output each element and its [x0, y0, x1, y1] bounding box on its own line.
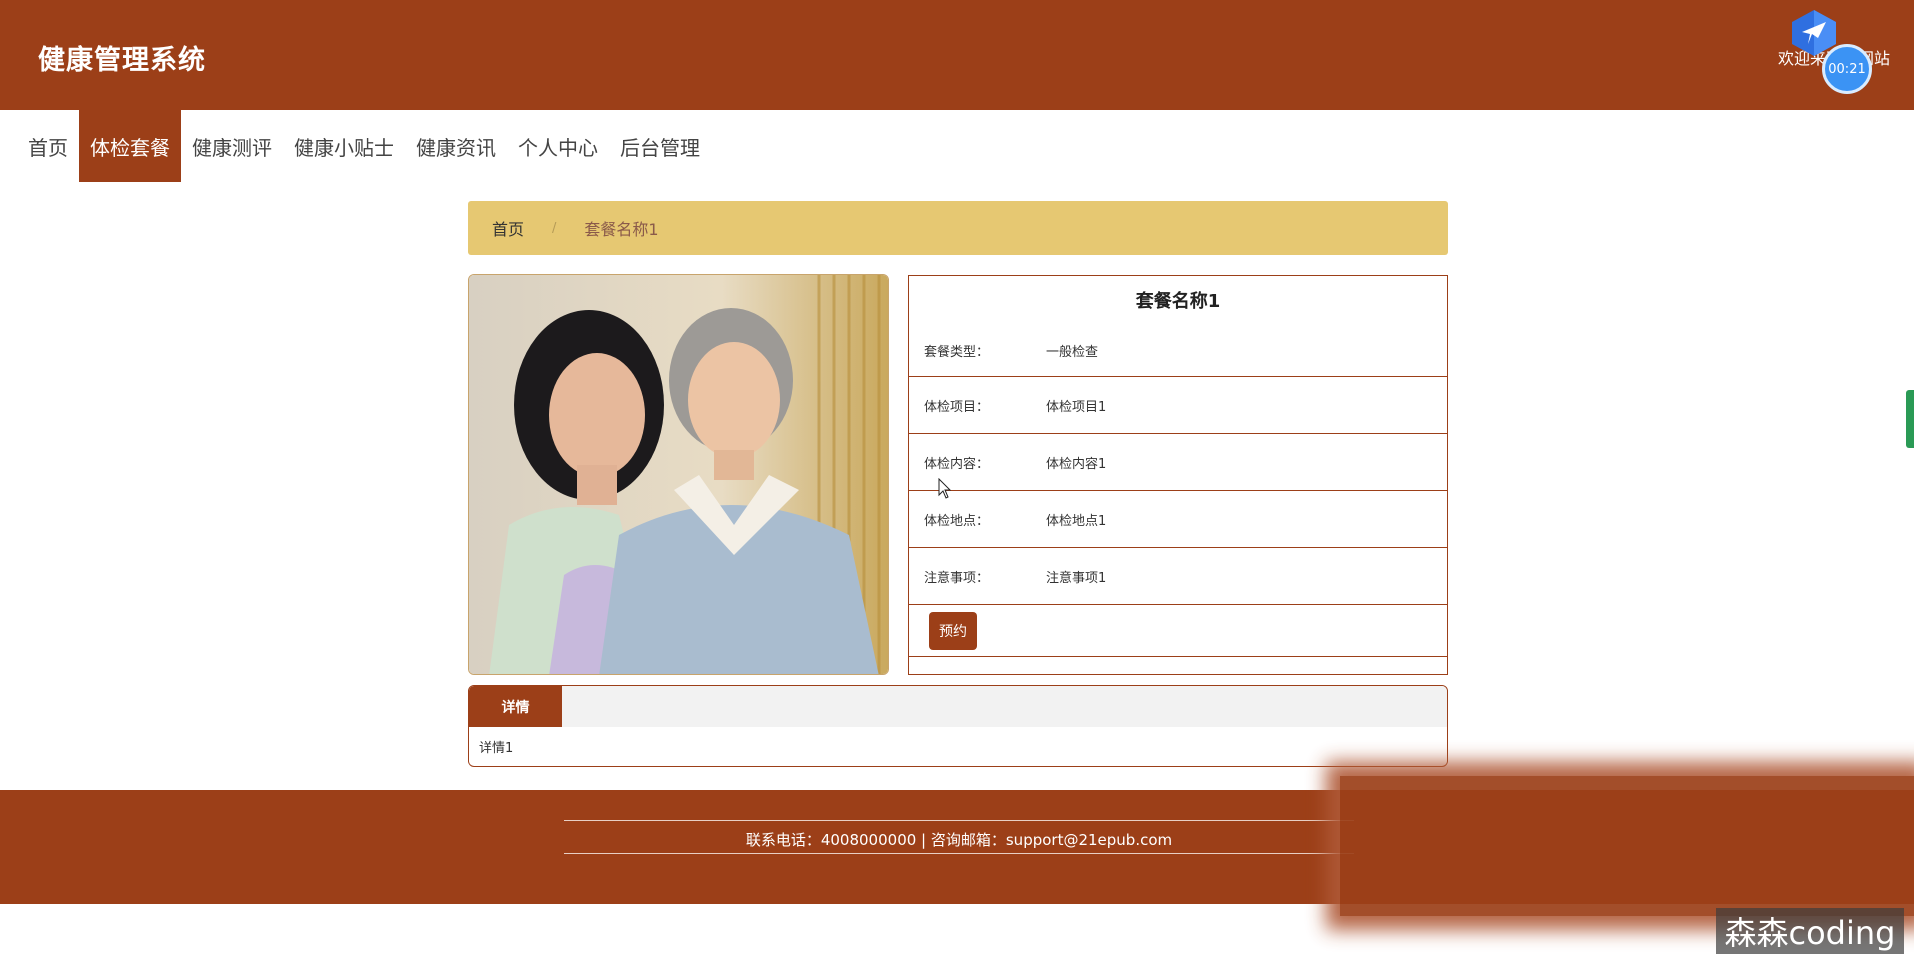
info-row-checkup-items: 体检项目： 体检项目1: [909, 377, 1447, 434]
detail-panel: 详情 详情1: [468, 685, 1448, 767]
side-float-tab[interactable]: [1906, 390, 1914, 448]
breadcrumb-separator: /: [552, 220, 557, 236]
header: 健康管理系统 欢迎来到本网站 00:21: [0, 0, 1914, 110]
breadcrumb-home-link[interactable]: 首页: [492, 216, 524, 240]
package-photo: [468, 274, 889, 675]
nav-item-home[interactable]: 首页: [0, 110, 79, 182]
info-value: 体检内容1: [1046, 456, 1107, 472]
nav-item-admin[interactable]: 后台管理: [609, 110, 711, 182]
info-label: 注意事项：: [924, 570, 990, 586]
tab-details[interactable]: 详情: [469, 686, 562, 727]
action-row: 预约: [909, 605, 1447, 657]
nav-item-personal-center[interactable]: 个人中心: [507, 110, 609, 182]
info-label: 套餐类型：: [924, 344, 990, 360]
info-row-package-type: 套餐类型： 一般检查: [909, 324, 1447, 377]
footer-divider-top: [564, 820, 1354, 821]
info-label: 体检地点：: [924, 513, 990, 529]
book-button[interactable]: 预约: [929, 611, 977, 650]
recording-timer[interactable]: 00:21: [1822, 44, 1872, 94]
nav-item-health-news[interactable]: 健康资讯: [405, 110, 507, 182]
package-title: 套餐名称1: [1135, 291, 1221, 312]
nav-item-health-assessment[interactable]: 健康测评: [181, 110, 283, 182]
info-row-checkup-content: 体检内容： 体检内容1: [909, 434, 1447, 491]
footer-contact: 联系电话：4008000000 | 咨询邮箱：support@21epub.co…: [745, 831, 1173, 849]
breadcrumb: 首页 / 套餐名称1: [468, 201, 1448, 255]
info-value: 一般检查: [1046, 344, 1099, 360]
blurred-overlay: [1340, 776, 1914, 916]
video-watermark: 森森coding: [1716, 908, 1904, 954]
main-nav: 首页 体检套餐 健康测评 健康小贴士 健康资讯 个人中心 后台管理: [0, 110, 711, 182]
breadcrumb-current: 套餐名称1: [584, 220, 659, 239]
site-title: 健康管理系统: [38, 45, 206, 76]
nav-item-checkup-packages[interactable]: 体检套餐: [79, 110, 181, 182]
detail-content: 详情1: [479, 741, 514, 756]
detail-tab-bar: 详情: [469, 686, 1447, 727]
info-row-notes: 注意事项： 注意事项1: [909, 548, 1447, 605]
package-info-panel: 套餐名称1 套餐类型： 一般检查 体检项目： 体检项目1 体检内容： 体检内容1…: [908, 275, 1448, 675]
footer-divider-bottom: [564, 853, 1354, 854]
info-label: 体检内容：: [924, 456, 990, 472]
info-value: 体检地点1: [1046, 513, 1107, 529]
info-row-checkup-location: 体检地点： 体检地点1: [909, 491, 1447, 548]
nav-item-health-tips[interactable]: 健康小贴士: [283, 110, 405, 182]
mouse-cursor-icon: [938, 478, 952, 499]
info-value: 注意事项1: [1046, 570, 1107, 586]
info-value: 体检项目1: [1046, 399, 1107, 415]
info-label: 体检项目：: [924, 399, 990, 415]
